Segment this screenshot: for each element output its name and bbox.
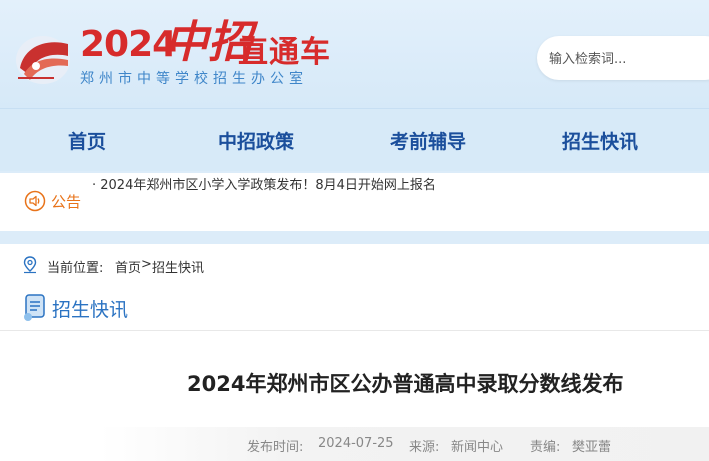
notice-bar: 公告 · 2024年郑州市区小学入学政策发布！8月4日开始网上报名	[0, 173, 709, 231]
nav-item-news[interactable]: 招生快讯	[562, 127, 638, 154]
breadcrumb-home-link[interactable]: 首页	[115, 257, 141, 276]
search-box	[537, 36, 709, 80]
nav-item-exam-guide[interactable]: 考前辅导	[390, 127, 466, 154]
document-icon	[24, 294, 45, 321]
search-input[interactable]	[547, 48, 709, 70]
source-value: 新闻中心	[451, 440, 504, 455]
editor-value: 樊亚蕾	[572, 440, 612, 455]
notice-link[interactable]: · 2024年郑州市区小学入学政策发布！8月4日开始网上报名	[92, 174, 436, 193]
publish-date: 2024-07-25	[318, 436, 394, 451]
location-pin-icon	[23, 256, 37, 274]
nav-item-policy[interactable]: 中招政策	[218, 127, 294, 154]
article-title: 2024年郑州市区公办普通高中录取分数线发布	[187, 372, 624, 396]
speaker-icon	[24, 190, 46, 212]
section-title: 招生快讯	[52, 299, 129, 321]
editor-label: 责编:	[530, 440, 561, 455]
notice-label: 公告	[51, 193, 82, 211]
section-divider	[0, 330, 709, 331]
breadcrumb-separator: >	[141, 257, 152, 272]
breadcrumb-category-link[interactable]: 招生快讯	[152, 257, 204, 276]
source-label: 来源:	[409, 440, 440, 455]
logo-zhitongche: 直通车	[238, 35, 331, 70]
nav-item-home[interactable]: 首页	[68, 127, 106, 154]
article-meta-bar: 发布时间: 2024-07-25 来源: 新闻中心 责编: 樊亚蕾	[100, 427, 709, 461]
logo-office-name: 郑州市中等学校招生办公室	[80, 71, 308, 87]
content-panel: 当前位置: 首页 > 招生快讯 招生快讯 2024年郑州市区公办普通高中录取分数…	[0, 244, 709, 461]
publish-label: 发布时间:	[247, 440, 304, 455]
train-icon	[16, 36, 70, 84]
logo-year: 2024	[80, 24, 177, 65]
breadcrumb-label: 当前位置:	[47, 261, 104, 276]
main-nav: 首页 中招政策 考前辅导 招生快讯	[0, 108, 709, 171]
site-header: 2024 中招 直通车 郑州市中等学校招生办公室	[0, 0, 709, 108]
